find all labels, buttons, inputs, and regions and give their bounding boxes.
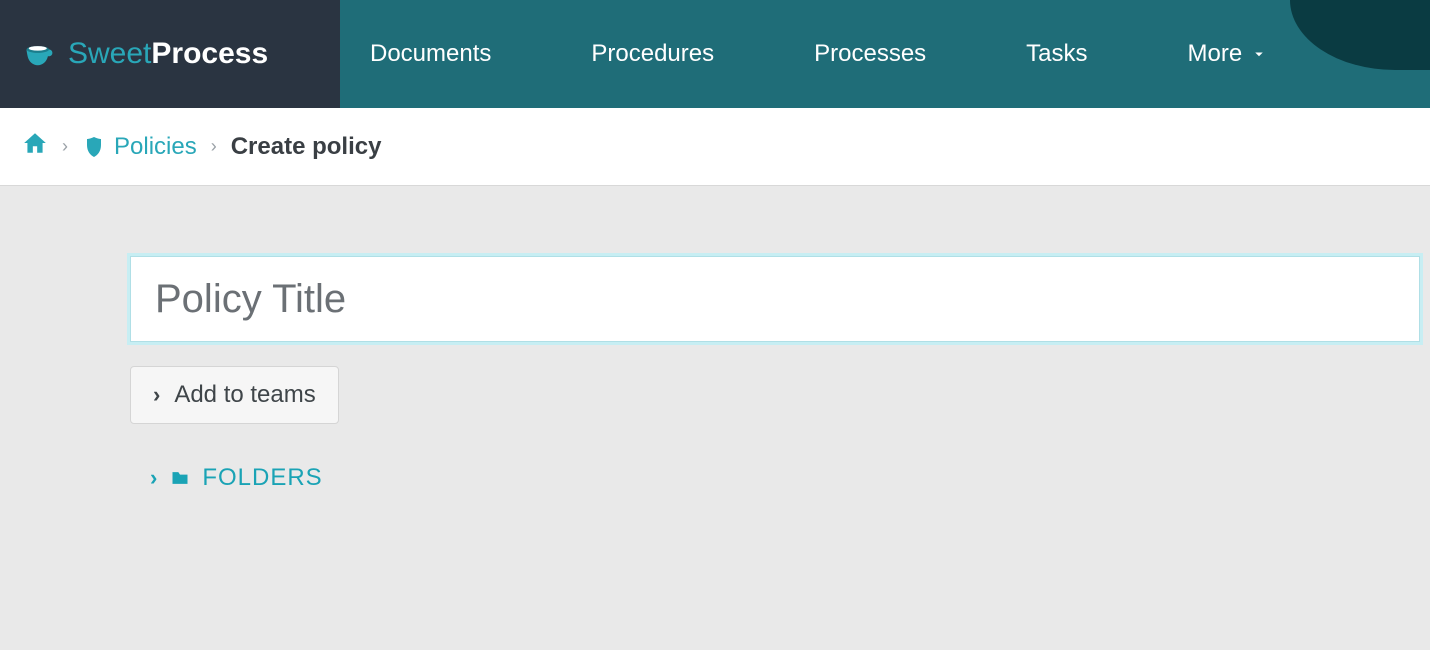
add-to-teams-button[interactable]: › Add to teams [130, 366, 339, 424]
brand-text-light: Sweet [68, 37, 151, 70]
brand-text-bold: Process [151, 37, 268, 70]
brand-logo[interactable]: SweetProcess [0, 0, 340, 108]
breadcrumb-sep: › [62, 136, 68, 157]
breadcrumb-policies-label: Policies [114, 133, 197, 161]
folders-toggle[interactable]: › FOLDERS [130, 464, 323, 492]
policy-title-input[interactable] [130, 256, 1420, 342]
brand-text: SweetProcess [68, 37, 268, 71]
breadcrumb-policies[interactable]: Policies [82, 133, 197, 161]
home-icon [22, 130, 48, 156]
breadcrumb: › Policies › Create policy [0, 108, 1430, 186]
nav-tasks[interactable]: Tasks [1026, 40, 1087, 68]
nav-documents[interactable]: Documents [370, 40, 491, 68]
page-body: › Add to teams › FOLDERS [0, 186, 1430, 492]
folder-icon [168, 468, 192, 488]
nav-more[interactable]: More [1188, 40, 1269, 68]
breadcrumb-sep-2: › [211, 136, 217, 157]
nav-processes[interactable]: Processes [814, 40, 926, 68]
nav-procedures[interactable]: Procedures [591, 40, 714, 68]
cup-icon [22, 36, 58, 72]
policy-icon [82, 135, 106, 159]
breadcrumb-current: Create policy [231, 133, 382, 161]
nav-more-label: More [1188, 40, 1243, 68]
add-to-teams-label: Add to teams [174, 381, 315, 409]
top-navbar: SweetProcess Documents Procedures Proces… [0, 0, 1430, 108]
breadcrumb-home[interactable] [22, 130, 48, 163]
folders-label: FOLDERS [202, 464, 322, 492]
nav-items: Documents Procedures Processes Tasks Mor… [340, 0, 1430, 108]
chevron-right-icon: › [153, 382, 160, 408]
chevron-right-icon: › [150, 465, 158, 491]
chevron-down-icon [1250, 45, 1268, 63]
